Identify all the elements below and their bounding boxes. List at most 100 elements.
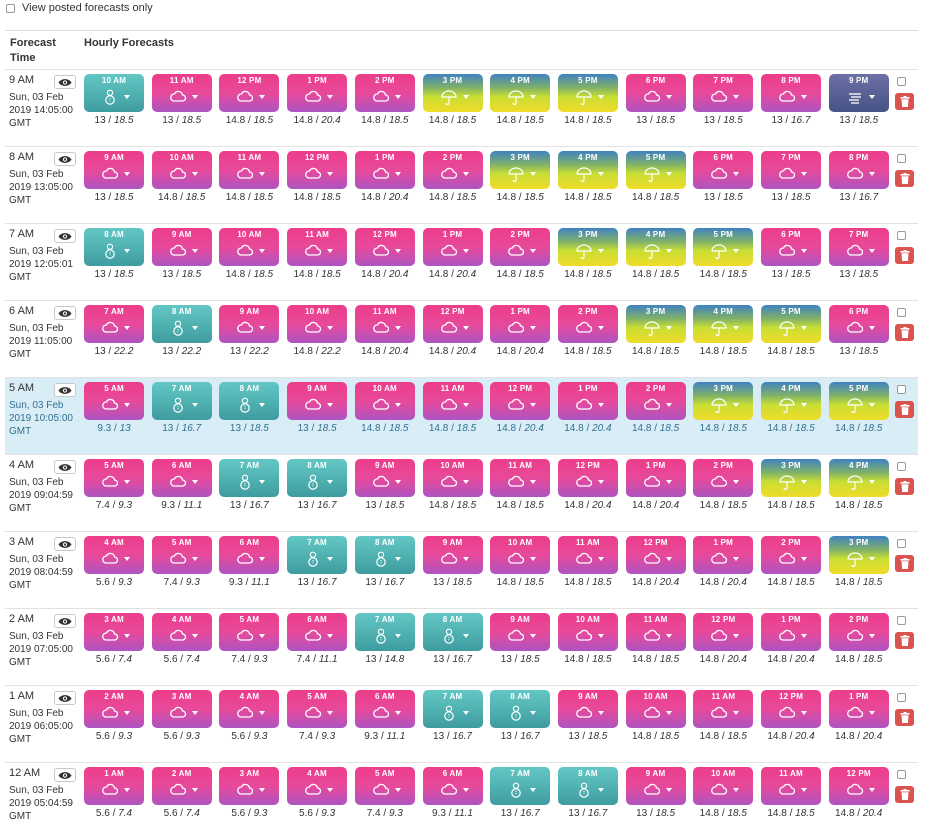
posted-only-checkbox[interactable] — [6, 3, 15, 13]
weather-dropdown[interactable]: 7 AM — [151, 382, 212, 420]
weather-dropdown[interactable]: 3 PM — [557, 228, 618, 266]
weather-dropdown[interactable]: 9 AM — [219, 305, 280, 343]
weather-dropdown[interactable]: 7 AM — [490, 767, 551, 805]
weather-dropdown[interactable]: 9 AM — [625, 767, 686, 805]
weather-dropdown[interactable]: 5 PM — [625, 151, 686, 189]
row-select-checkbox[interactable] — [897, 308, 906, 317]
delete-button[interactable] — [895, 555, 914, 572]
weather-dropdown[interactable]: 11 AM — [219, 151, 280, 189]
weather-dropdown[interactable]: 1 AM — [84, 767, 144, 805]
weather-dropdown[interactable]: 8 AM — [422, 613, 483, 651]
weather-dropdown[interactable]: 11 AM — [625, 613, 686, 651]
weather-dropdown[interactable]: 10 AM — [219, 228, 280, 266]
weather-dropdown[interactable]: 12 PM — [557, 459, 618, 497]
delete-button[interactable] — [895, 786, 914, 803]
view-button[interactable] — [54, 691, 76, 705]
weather-dropdown[interactable]: 1 PM — [761, 613, 821, 651]
weather-dropdown[interactable]: 9 PM — [828, 74, 889, 112]
weather-dropdown[interactable]: 11 AM — [490, 459, 551, 497]
weather-dropdown[interactable]: 12 PM — [219, 74, 280, 112]
row-select-checkbox[interactable] — [897, 693, 906, 702]
weather-dropdown[interactable]: 2 PM — [490, 228, 551, 266]
weather-dropdown[interactable]: 6 PM — [828, 305, 889, 343]
delete-button[interactable] — [895, 632, 914, 649]
weather-dropdown[interactable]: 6 AM — [219, 536, 280, 574]
view-button[interactable] — [54, 75, 76, 89]
weather-dropdown[interactable]: 8 AM — [354, 536, 415, 574]
view-button[interactable] — [54, 460, 76, 474]
weather-dropdown[interactable]: 5 AM — [219, 613, 280, 651]
view-button[interactable] — [54, 614, 76, 628]
delete-button[interactable] — [895, 93, 914, 110]
row-select-checkbox[interactable] — [897, 462, 906, 471]
weather-dropdown[interactable]: 8 PM — [761, 74, 821, 112]
weather-dropdown[interactable]: 6 PM — [625, 74, 686, 112]
weather-dropdown[interactable]: 10 AM — [625, 690, 686, 728]
weather-dropdown[interactable]: 10 AM — [693, 767, 754, 805]
delete-button[interactable] — [895, 170, 914, 187]
weather-dropdown[interactable]: 1 PM — [693, 536, 754, 574]
weather-dropdown[interactable]: 12 PM — [490, 382, 551, 420]
row-select-checkbox[interactable] — [897, 385, 906, 394]
weather-dropdown[interactable]: 12 PM — [422, 305, 483, 343]
weather-dropdown[interactable]: 10 AM — [84, 74, 144, 112]
weather-dropdown[interactable]: 12 PM — [761, 690, 821, 728]
weather-dropdown[interactable]: 8 AM — [151, 305, 212, 343]
weather-dropdown[interactable]: 10 AM — [422, 459, 483, 497]
delete-button[interactable] — [895, 324, 914, 341]
weather-dropdown[interactable]: 3 AM — [219, 767, 280, 805]
weather-dropdown[interactable]: 6 PM — [693, 151, 754, 189]
delete-button[interactable] — [895, 478, 914, 495]
weather-dropdown[interactable]: 5 AM — [354, 767, 415, 805]
weather-dropdown[interactable]: 5 AM — [287, 690, 348, 728]
weather-dropdown[interactable]: 7 AM — [422, 690, 483, 728]
weather-dropdown[interactable]: 12 PM — [693, 613, 754, 651]
weather-dropdown[interactable]: 5 PM — [761, 305, 821, 343]
weather-dropdown[interactable]: 1 PM — [490, 305, 551, 343]
weather-dropdown[interactable]: 9 AM — [287, 382, 348, 420]
weather-dropdown[interactable]: 3 PM — [761, 459, 821, 497]
delete-button[interactable] — [895, 401, 914, 418]
weather-dropdown[interactable]: 4 PM — [625, 228, 686, 266]
weather-dropdown[interactable]: 2 PM — [354, 74, 415, 112]
weather-dropdown[interactable]: 1 PM — [287, 74, 348, 112]
view-button[interactable] — [54, 152, 76, 166]
weather-dropdown[interactable]: 2 PM — [557, 305, 618, 343]
weather-dropdown[interactable]: 8 AM — [84, 228, 144, 266]
weather-dropdown[interactable]: 10 AM — [354, 382, 415, 420]
weather-dropdown[interactable]: 4 PM — [557, 151, 618, 189]
weather-dropdown[interactable]: 9 AM — [422, 536, 483, 574]
weather-dropdown[interactable]: 1 PM — [625, 459, 686, 497]
view-button[interactable] — [54, 383, 76, 397]
weather-dropdown[interactable]: 8 AM — [557, 767, 618, 805]
row-select-checkbox[interactable] — [897, 770, 906, 779]
weather-dropdown[interactable]: 4 PM — [693, 305, 754, 343]
delete-button[interactable] — [895, 247, 914, 264]
weather-dropdown[interactable]: 4 AM — [219, 690, 280, 728]
weather-dropdown[interactable]: 2 PM — [625, 382, 686, 420]
weather-dropdown[interactable]: 6 AM — [151, 459, 212, 497]
weather-dropdown[interactable]: 12 PM — [287, 151, 348, 189]
weather-dropdown[interactable]: 4 AM — [151, 613, 212, 651]
weather-dropdown[interactable]: 9 AM — [490, 613, 551, 651]
weather-dropdown[interactable]: 2 PM — [422, 151, 483, 189]
row-select-checkbox[interactable] — [897, 154, 906, 163]
weather-dropdown[interactable]: 8 AM — [219, 382, 280, 420]
weather-dropdown[interactable]: 4 PM — [761, 382, 821, 420]
weather-dropdown[interactable]: 1 PM — [557, 382, 618, 420]
weather-dropdown[interactable]: 11 AM — [287, 228, 348, 266]
weather-dropdown[interactable]: 2 AM — [84, 690, 144, 728]
weather-dropdown[interactable]: 6 AM — [422, 767, 483, 805]
weather-dropdown[interactable]: 9 AM — [557, 690, 618, 728]
weather-dropdown[interactable]: 11 AM — [761, 767, 821, 805]
row-select-checkbox[interactable] — [897, 77, 906, 86]
weather-dropdown[interactable]: 4 AM — [84, 536, 144, 574]
weather-dropdown[interactable]: 5 PM — [828, 382, 889, 420]
row-select-checkbox[interactable] — [897, 616, 906, 625]
weather-dropdown[interactable]: 3 PM — [693, 382, 754, 420]
weather-dropdown[interactable]: 7 AM — [84, 305, 144, 343]
weather-dropdown[interactable]: 3 PM — [422, 74, 483, 112]
weather-dropdown[interactable]: 6 AM — [287, 613, 348, 651]
delete-button[interactable] — [895, 709, 914, 726]
weather-dropdown[interactable]: 9 AM — [84, 151, 144, 189]
